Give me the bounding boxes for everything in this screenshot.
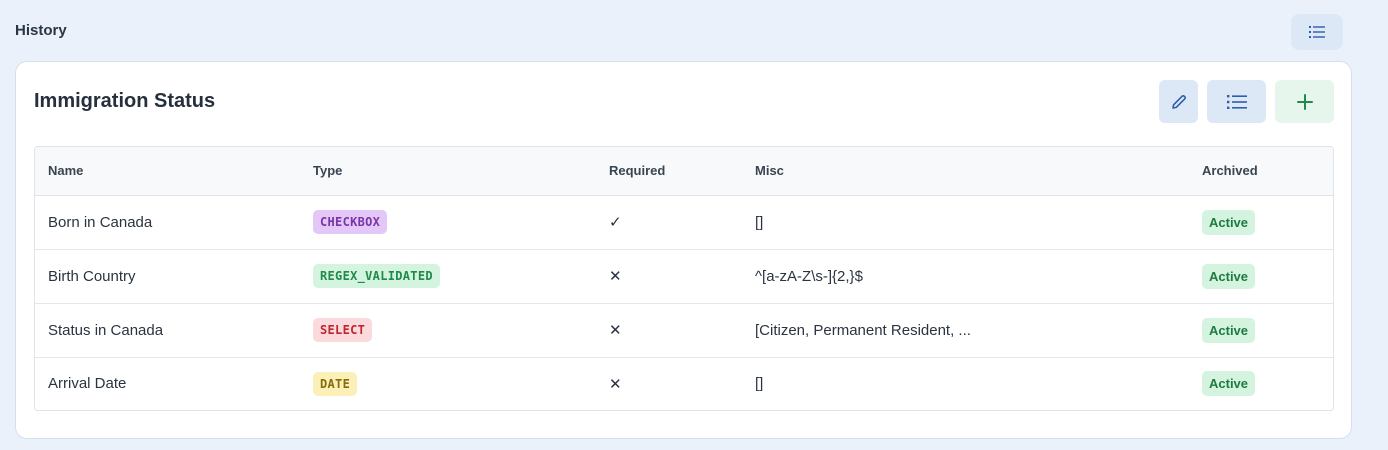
table-row[interactable]: Status in Canada SELECT ✕ [Citizen, Perm… xyxy=(35,303,1333,357)
edit-button[interactable] xyxy=(1159,80,1198,123)
list-view-button[interactable] xyxy=(1291,14,1343,50)
add-field-button[interactable] xyxy=(1275,80,1334,123)
plus-icon xyxy=(1296,93,1313,110)
list-button[interactable] xyxy=(1207,80,1266,123)
row-name: Arrival Date xyxy=(48,375,127,393)
row-misc: ^[a-zA-Z\s-]{2,}$ xyxy=(755,267,863,285)
required-cross-icon: ✕ xyxy=(609,322,622,339)
row-misc: [] xyxy=(755,375,764,393)
row-name: Born in Canada xyxy=(48,213,153,231)
card-title: Immigration Status xyxy=(34,90,216,112)
required-cross-icon: ✕ xyxy=(609,268,622,285)
column-header-type[interactable]: Type xyxy=(300,147,596,196)
type-badge: SELECT xyxy=(313,318,373,342)
status-badge: Active xyxy=(1202,371,1256,397)
type-badge: REGEX_VALIDATED xyxy=(313,264,440,288)
status-badge: Active xyxy=(1202,263,1256,289)
column-header-name[interactable]: Name xyxy=(35,147,300,196)
list-icon xyxy=(1309,26,1325,38)
row-name: Birth Country xyxy=(48,267,136,285)
required-check-icon: ✓ xyxy=(609,214,622,231)
table-row[interactable]: Born in Canada CHECKBOX ✓ [] Active xyxy=(35,195,1333,249)
status-badge: Active xyxy=(1202,317,1256,343)
table-header-row: Name Type Required Misc Archived xyxy=(35,147,1333,196)
row-misc: [Citizen, Permanent Resident, ... xyxy=(755,321,971,339)
column-header-misc[interactable]: Misc xyxy=(742,147,1189,196)
column-header-required[interactable]: Required xyxy=(596,147,742,196)
section-title: History xyxy=(15,22,67,39)
row-name: Status in Canada xyxy=(48,321,164,339)
column-header-archived[interactable]: Archived xyxy=(1189,147,1333,196)
list-icon xyxy=(1226,94,1247,109)
pencil-icon xyxy=(1171,94,1186,109)
row-misc: [] xyxy=(755,213,764,231)
status-badge: Active xyxy=(1202,209,1256,235)
field-group-card: Immigration Status Name Type Required Mi… xyxy=(15,61,1352,439)
required-cross-icon: ✕ xyxy=(609,375,622,393)
top-bar: History xyxy=(0,0,1388,62)
table-row[interactable]: Arrival Date DATE ✕ [] Active xyxy=(35,357,1333,410)
type-badge: CHECKBOX xyxy=(313,210,388,234)
fields-table: Name Type Required Misc Archived Born in… xyxy=(34,146,1334,411)
table-row[interactable]: Birth Country REGEX_VALIDATED ✕ ^[a-zA-Z… xyxy=(35,249,1333,303)
type-badge: DATE xyxy=(313,371,358,396)
